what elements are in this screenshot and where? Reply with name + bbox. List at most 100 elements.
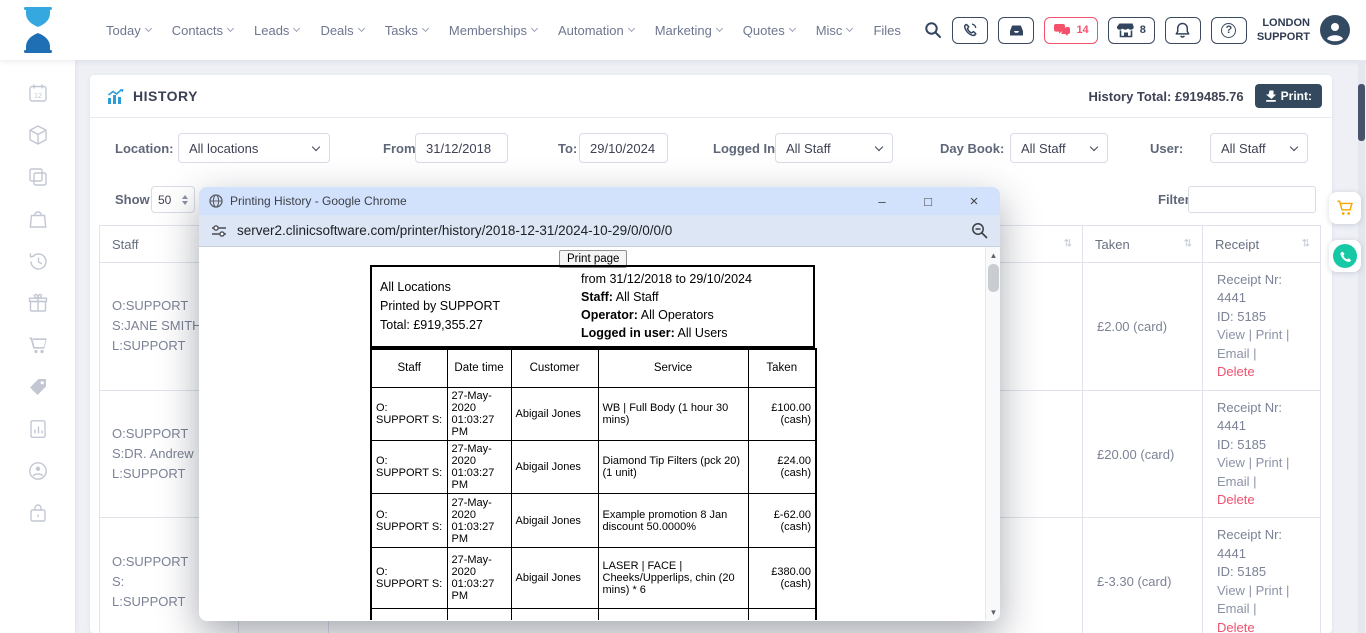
chevron-down-icon xyxy=(531,25,538,32)
popup-scrollbar-thumb[interactable] xyxy=(988,264,999,292)
view-link[interactable]: View xyxy=(1217,327,1245,342)
nav-contacts[interactable]: Contacts xyxy=(172,23,233,38)
day-book-select[interactable]: All Staff xyxy=(1010,133,1108,163)
nav-automation[interactable]: Automation xyxy=(558,23,634,38)
phone-button[interactable] xyxy=(952,17,988,44)
nav-tasks[interactable]: Tasks xyxy=(385,23,428,38)
help-button[interactable]: ? xyxy=(1211,17,1247,44)
popup-url[interactable]: server2.clinicsoftware.com/printer/histo… xyxy=(237,223,672,238)
nav-memberships[interactable]: Memberships xyxy=(449,23,537,38)
maximize-icon[interactable]: □ xyxy=(920,195,936,208)
chevron-down-icon xyxy=(875,142,883,150)
popup-urlbar[interactable]: server2.clinicsoftware.com/printer/histo… xyxy=(199,215,1000,247)
chevron-down-icon xyxy=(227,25,234,32)
zoom-out-icon[interactable] xyxy=(971,222,988,239)
sort-icon[interactable]: ⇅ xyxy=(1184,239,1192,250)
stepper-icon xyxy=(182,195,188,205)
print-row: O: SUPPORT27-May-2020 Abigail JonesLASER… xyxy=(371,609,816,621)
shopping-bag-icon[interactable] xyxy=(27,208,49,230)
notifications-button[interactable] xyxy=(1165,17,1201,44)
header-actions: 14 8 ? LONDON SUPPORT xyxy=(924,15,1350,45)
print-link[interactable]: Print xyxy=(1256,327,1283,342)
copy-icon[interactable] xyxy=(27,166,49,188)
store-count-badge: 8 xyxy=(1140,24,1146,36)
store-icon xyxy=(1117,22,1135,38)
cart-fab-button[interactable] xyxy=(1329,192,1361,224)
cart-icon[interactable] xyxy=(27,334,49,356)
chevron-down-icon xyxy=(145,25,152,32)
chart-icon xyxy=(107,89,124,104)
show-entries-select[interactable]: 50 xyxy=(151,186,195,213)
tag-icon[interactable] xyxy=(27,376,49,398)
email-link[interactable]: Email xyxy=(1217,346,1250,361)
svg-text:12: 12 xyxy=(34,93,42,100)
gift-icon[interactable] xyxy=(27,292,49,314)
location-select[interactable]: All locations xyxy=(178,133,330,163)
cart-icon xyxy=(1335,198,1355,218)
search-icon[interactable] xyxy=(924,21,942,39)
inbox-button[interactable] xyxy=(998,17,1034,44)
phone-icon xyxy=(1333,244,1357,268)
minimize-icon[interactable]: – xyxy=(874,195,890,208)
history-icon[interactable] xyxy=(27,250,49,272)
print-row: O: SUPPORT S:27-May-2020 01:03:27 PM Abi… xyxy=(371,441,816,494)
sort-icon[interactable]: ⇅ xyxy=(1064,239,1072,250)
scrollbar-thumb[interactable] xyxy=(1358,84,1365,141)
print-link[interactable]: Print xyxy=(1256,583,1283,598)
report-icon[interactable] xyxy=(27,418,49,440)
popup-titlebar[interactable]: Printing History - Google Chrome – □ × xyxy=(199,187,1000,215)
receipt-cell: Receipt Nr: 4441 ID: 5185 View | Print |… xyxy=(1203,390,1321,518)
view-link[interactable]: View xyxy=(1217,455,1245,470)
close-icon[interactable]: × xyxy=(966,194,982,209)
scroll-up-icon[interactable]: ▲ xyxy=(986,248,1000,262)
user-label: User: xyxy=(1150,141,1183,157)
site-settings-icon[interactable] xyxy=(211,224,227,238)
store-button[interactable]: 8 xyxy=(1108,17,1155,44)
chevron-down-icon xyxy=(1090,142,1098,150)
nav-files[interactable]: Files xyxy=(873,23,900,38)
bell-icon xyxy=(1175,22,1190,39)
delete-link[interactable]: Delete xyxy=(1217,363,1312,381)
user-select[interactable]: All Staff xyxy=(1210,133,1308,163)
print-link[interactable]: Print xyxy=(1256,455,1283,470)
user-avatar[interactable] xyxy=(1320,15,1350,45)
nav-marketing[interactable]: Marketing xyxy=(655,23,722,38)
popup-content: Print page All Locations Printed by SUPP… xyxy=(199,247,1000,620)
to-date-input[interactable] xyxy=(579,133,668,163)
account-clock-icon[interactable] xyxy=(27,460,49,482)
page-title: HISTORY xyxy=(133,88,198,104)
popup-scrollbar[interactable]: ▲ ▼ xyxy=(985,247,1000,620)
phone-icon xyxy=(962,22,978,38)
package-icon[interactable] xyxy=(27,124,49,146)
logged-in-select[interactable]: All Staff xyxy=(775,133,893,163)
column-header-receipt: Receipt⇅ xyxy=(1203,226,1321,263)
filter-input[interactable] xyxy=(1188,186,1316,213)
print-summary-box: All Locations Printed by SUPPORT Total: … xyxy=(370,265,815,348)
globe-icon xyxy=(209,194,223,208)
nav-leads[interactable]: Leads xyxy=(254,23,299,38)
calendar-icon[interactable]: 12 xyxy=(27,82,49,104)
chrome-popup-window: Printing History - Google Chrome – □ × s… xyxy=(199,187,1000,621)
nav-deals[interactable]: Deals xyxy=(320,23,363,38)
from-date-input[interactable] xyxy=(415,133,508,163)
delete-link[interactable]: Delete xyxy=(1217,619,1312,633)
scroll-down-icon[interactable]: ▼ xyxy=(986,605,1000,619)
chevron-down-icon xyxy=(789,25,796,32)
email-link[interactable]: Email xyxy=(1217,601,1250,616)
chat-button[interactable]: 14 xyxy=(1044,17,1097,44)
email-link[interactable]: Email xyxy=(1217,474,1250,489)
delete-link[interactable]: Delete xyxy=(1217,491,1312,509)
nav-today[interactable]: Today xyxy=(106,23,151,38)
print-button[interactable]: Print: xyxy=(1255,84,1322,108)
page-scrollbar[interactable] xyxy=(1358,60,1365,633)
nav-quotes[interactable]: Quotes xyxy=(743,23,795,38)
lock-icon[interactable] xyxy=(27,502,49,524)
sort-icon[interactable]: ⇅ xyxy=(1302,239,1310,250)
chevron-down-icon xyxy=(293,25,300,32)
clinicsoftware-logo[interactable] xyxy=(18,7,58,53)
view-link[interactable]: View xyxy=(1217,583,1245,598)
logged-in-label: Logged In: xyxy=(713,141,779,157)
help-icon: ? xyxy=(1221,23,1236,38)
phone-fab-button[interactable] xyxy=(1329,240,1361,272)
nav-misc[interactable]: Misc xyxy=(816,23,853,38)
